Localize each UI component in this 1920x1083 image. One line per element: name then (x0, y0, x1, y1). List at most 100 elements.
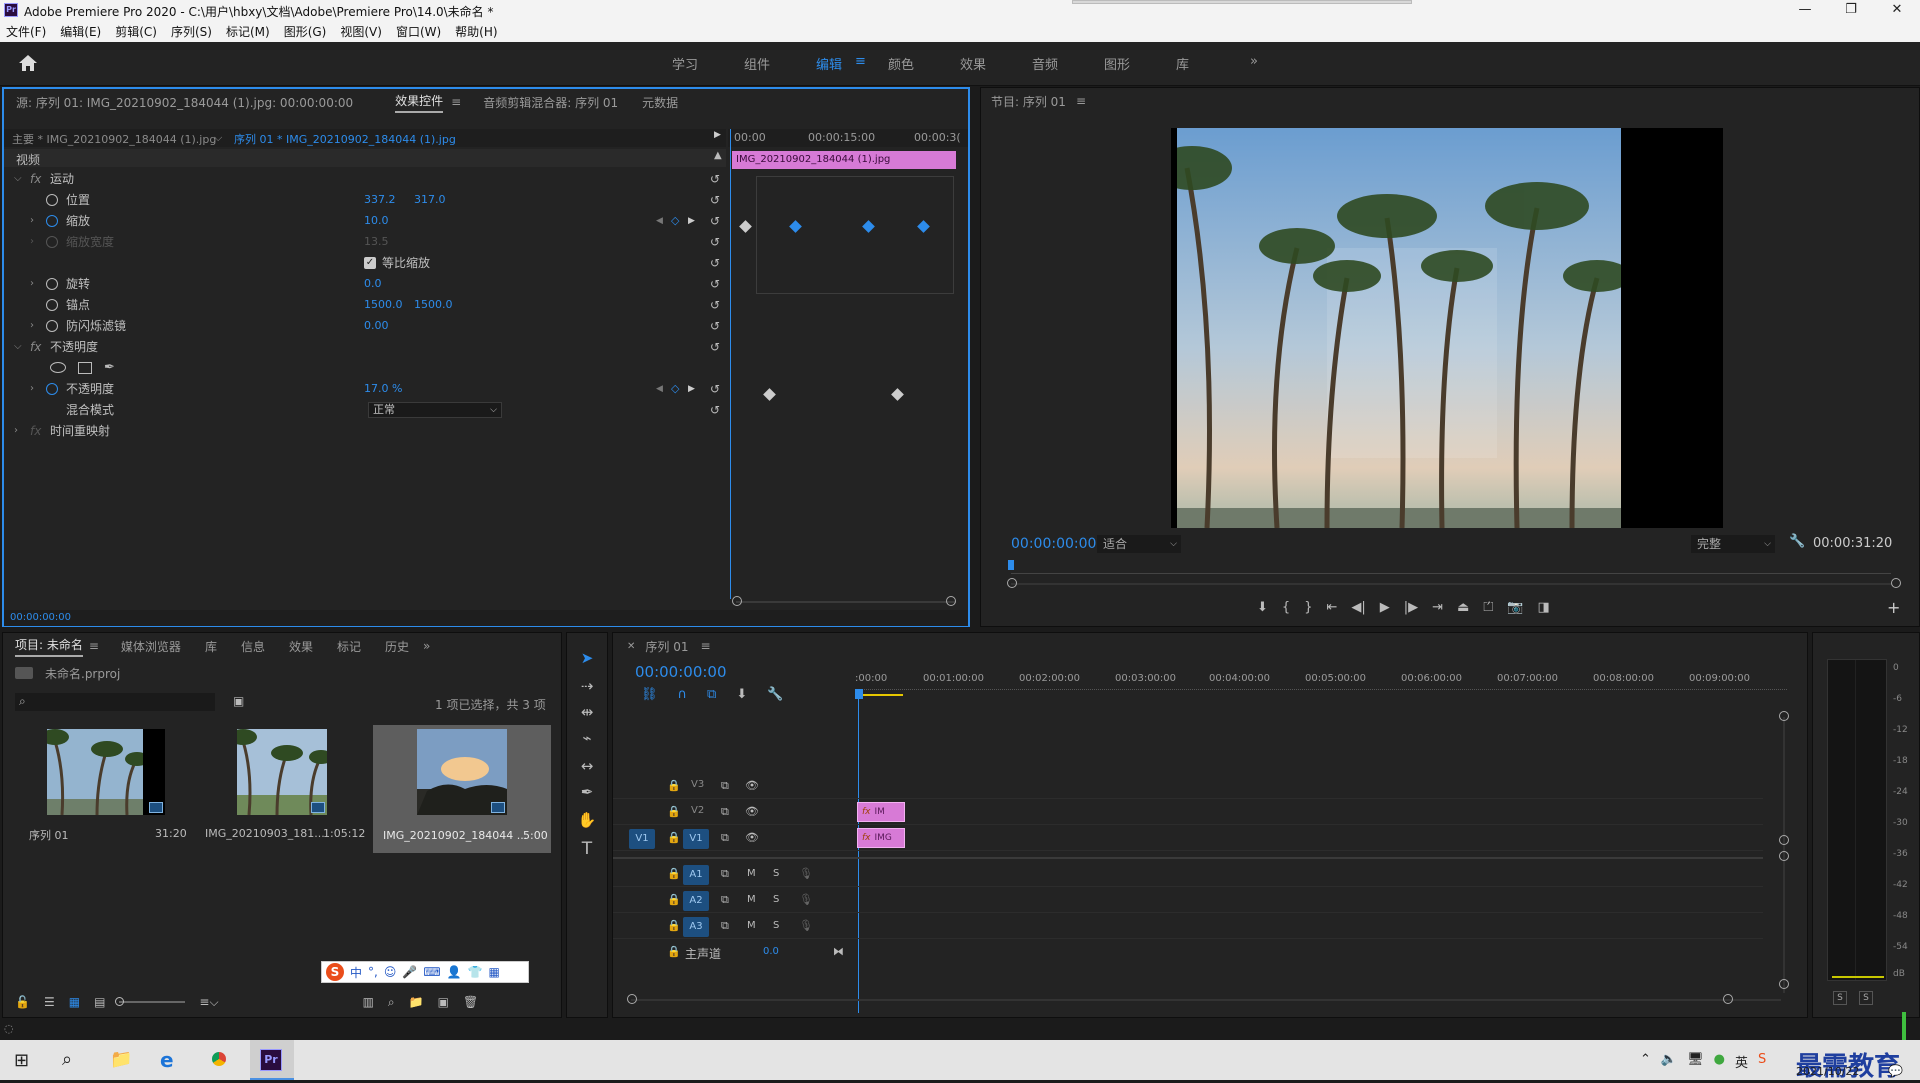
solo-left-button[interactable]: S (1833, 991, 1847, 1005)
workspace-tab-color[interactable]: 颜色 (888, 54, 914, 73)
ime-mode-icon[interactable]: 中 (350, 964, 362, 981)
tab-history[interactable]: 历史 (385, 638, 409, 655)
overflow-icon[interactable]: » (423, 639, 430, 653)
reset-icon[interactable]: ↺ (710, 298, 720, 312)
zoom-handle-right[interactable] (1723, 994, 1733, 1004)
chevron-right-icon[interactable]: › (30, 215, 34, 226)
tab-sequence[interactable]: 序列 01 (645, 638, 688, 655)
fit-select[interactable]: 适合 ⌵ (1097, 535, 1181, 553)
nest-icon[interactable]: ⛓ (641, 687, 658, 702)
chevron-right-icon[interactable]: › (14, 425, 18, 436)
menu-marker[interactable]: 标记(M) (226, 23, 270, 40)
pen-mask-icon[interactable]: ✒ (104, 360, 115, 375)
track-v2[interactable]: 🔒 V2 ⧉ 👁 fx IM (613, 801, 1763, 825)
position-y-value[interactable]: 317.0 (414, 193, 446, 206)
track-divider[interactable] (613, 857, 1763, 859)
eye-icon[interactable]: 👁 (745, 779, 759, 792)
next-keyframe-icon[interactable]: ▶ (688, 384, 695, 394)
mark-out-icon[interactable]: } (1304, 600, 1312, 615)
freeform-view-icon[interactable]: ▤ (94, 995, 105, 1009)
work-area-bar[interactable] (857, 694, 903, 696)
panel-menu-icon[interactable]: ≡ (1076, 94, 1086, 108)
go-to-out-icon[interactable]: ⇥ (1432, 600, 1443, 615)
lock-icon[interactable]: 🔒 (667, 867, 681, 880)
chevron-down-icon[interactable]: ⌵ (14, 173, 22, 184)
linked-selection-icon[interactable]: ⧉ (707, 687, 716, 702)
ime-keyboard-icon[interactable]: ⌨ (423, 965, 440, 979)
track-v1[interactable]: V1 🔒 V1 ⧉ 👁 fx IMG (613, 827, 1763, 851)
source-patch-v1[interactable]: V1 (629, 829, 655, 849)
zoom-handle-left[interactable] (1007, 578, 1017, 588)
track-a2[interactable]: 🔒 A2 ⧉ M S 🎙 (613, 889, 1763, 913)
rectangle-mask-icon[interactable] (78, 361, 92, 374)
ime-toolbox-icon[interactable]: ▦ (489, 965, 500, 979)
anchor-y-value[interactable]: 1500.0 (414, 298, 453, 311)
pen-tool-icon[interactable]: ✒ (575, 783, 599, 805)
scale-value[interactable]: 10.0 (364, 214, 389, 227)
minimize-button[interactable]: — (1782, 0, 1828, 20)
timeline-timecode[interactable]: 00:00:00:00 (635, 663, 727, 681)
selection-tool-icon[interactable]: ➤ (575, 649, 599, 671)
timeline-playhead-handle[interactable] (855, 689, 863, 699)
stopwatch-active-icon[interactable] (46, 214, 58, 227)
eye-icon[interactable]: 👁 (745, 831, 759, 844)
opacity-keyframe[interactable] (891, 388, 904, 401)
file-explorer-icon[interactable]: 📁 (110, 1049, 132, 1070)
step-forward-icon[interactable]: |▶ (1404, 600, 1418, 615)
reset-icon[interactable]: ↺ (710, 382, 720, 396)
project-item-image-2-selected[interactable]: IMG_20210902_184044 ... 5:00 (373, 725, 551, 853)
tab-project[interactable]: 项目: 未命名 (15, 636, 83, 657)
panel-menu-icon[interactable]: ≡ (451, 95, 461, 109)
sync-lock-icon[interactable]: ⧉ (721, 805, 729, 819)
reset-icon[interactable]: ↺ (710, 235, 720, 249)
workspace-tab-assembly[interactable]: 组件 (744, 54, 770, 73)
solo-button[interactable]: S (773, 894, 779, 905)
close-tab-icon[interactable]: ✕ (627, 641, 635, 652)
sort-icon[interactable]: ≡⌵ (199, 995, 218, 1010)
sync-lock-icon[interactable]: ⧉ (721, 867, 729, 881)
track-master[interactable]: 🔒 主声道 0.0 ⧓ (613, 941, 1763, 963)
volume-icon[interactable]: 🔈 (1661, 1052, 1677, 1071)
track-v3[interactable]: 🔒 V3 ⧉ 👁 (613, 775, 1763, 799)
timeline-ruler[interactable]: :00:00 00:01:00:00 00:02:00:00 00:03:00:… (855, 673, 1787, 696)
edge-browser-icon[interactable]: e (160, 1048, 174, 1072)
reset-icon[interactable]: ↺ (710, 214, 720, 228)
maximize-button[interactable]: ❐ (1828, 0, 1874, 20)
play-clip-icon[interactable]: ▶ (714, 130, 721, 140)
track-target-v1[interactable]: V1 (683, 829, 709, 849)
chevron-right-icon[interactable]: › (30, 320, 34, 331)
reset-icon[interactable]: ↺ (710, 256, 720, 270)
tab-effects[interactable]: 效果 (289, 638, 313, 655)
sogou-tray-icon[interactable]: S (1758, 1052, 1766, 1071)
mute-button[interactable]: M (747, 894, 756, 905)
ime-punctuation-icon[interactable]: °, (368, 965, 378, 979)
fx-icon[interactable]: fx (30, 340, 41, 354)
comparison-view-icon[interactable]: ◨ (1537, 600, 1549, 615)
mark-in-icon[interactable]: { (1282, 600, 1290, 615)
snap-icon[interactable]: ∩ (678, 687, 688, 702)
track-a3[interactable]: 🔒 A3 ⧉ M S 🎙 (613, 915, 1763, 939)
program-viewer[interactable] (1171, 128, 1723, 528)
blend-mode-select[interactable]: 正常 ⌵ (368, 401, 502, 418)
tray-app-icon[interactable]: ● (1714, 1052, 1725, 1071)
workspace-tab-graphics[interactable]: 图形 (1104, 54, 1130, 73)
lock-icon[interactable]: 🔒 (667, 919, 681, 932)
icon-view-icon[interactable]: ▦ (69, 995, 80, 1009)
workspace-overflow-icon[interactable]: » (1250, 54, 1258, 69)
step-back-icon[interactable]: ◀| (1351, 600, 1365, 615)
tab-media-browser[interactable]: 媒体浏览器 (121, 638, 181, 655)
stopwatch-icon[interactable] (46, 193, 58, 206)
new-bin-from-search-icon[interactable]: ▣ (233, 694, 244, 708)
reset-icon[interactable]: ↺ (710, 403, 720, 417)
program-playhead[interactable] (1008, 560, 1014, 570)
track-select-tool-icon[interactable]: ⇢ (575, 677, 599, 699)
add-button-icon[interactable]: + (1887, 598, 1900, 617)
razor-tool-icon[interactable]: ⌁ (575, 729, 599, 751)
tab-source[interactable]: 源: 序列 01: IMG_20210902_184044 (1).jpg: 0… (16, 94, 353, 111)
chevron-right-icon[interactable]: › (30, 383, 34, 394)
menu-file[interactable]: 文件(F) (6, 23, 46, 40)
play-icon[interactable]: ▶ (1380, 600, 1390, 615)
master-clip-label[interactable]: 主要 * IMG_20210902_184044 (1).jpg (12, 131, 216, 147)
prev-keyframe-icon[interactable]: ◀ (656, 384, 663, 394)
menu-graphics[interactable]: 图形(G) (284, 23, 327, 40)
